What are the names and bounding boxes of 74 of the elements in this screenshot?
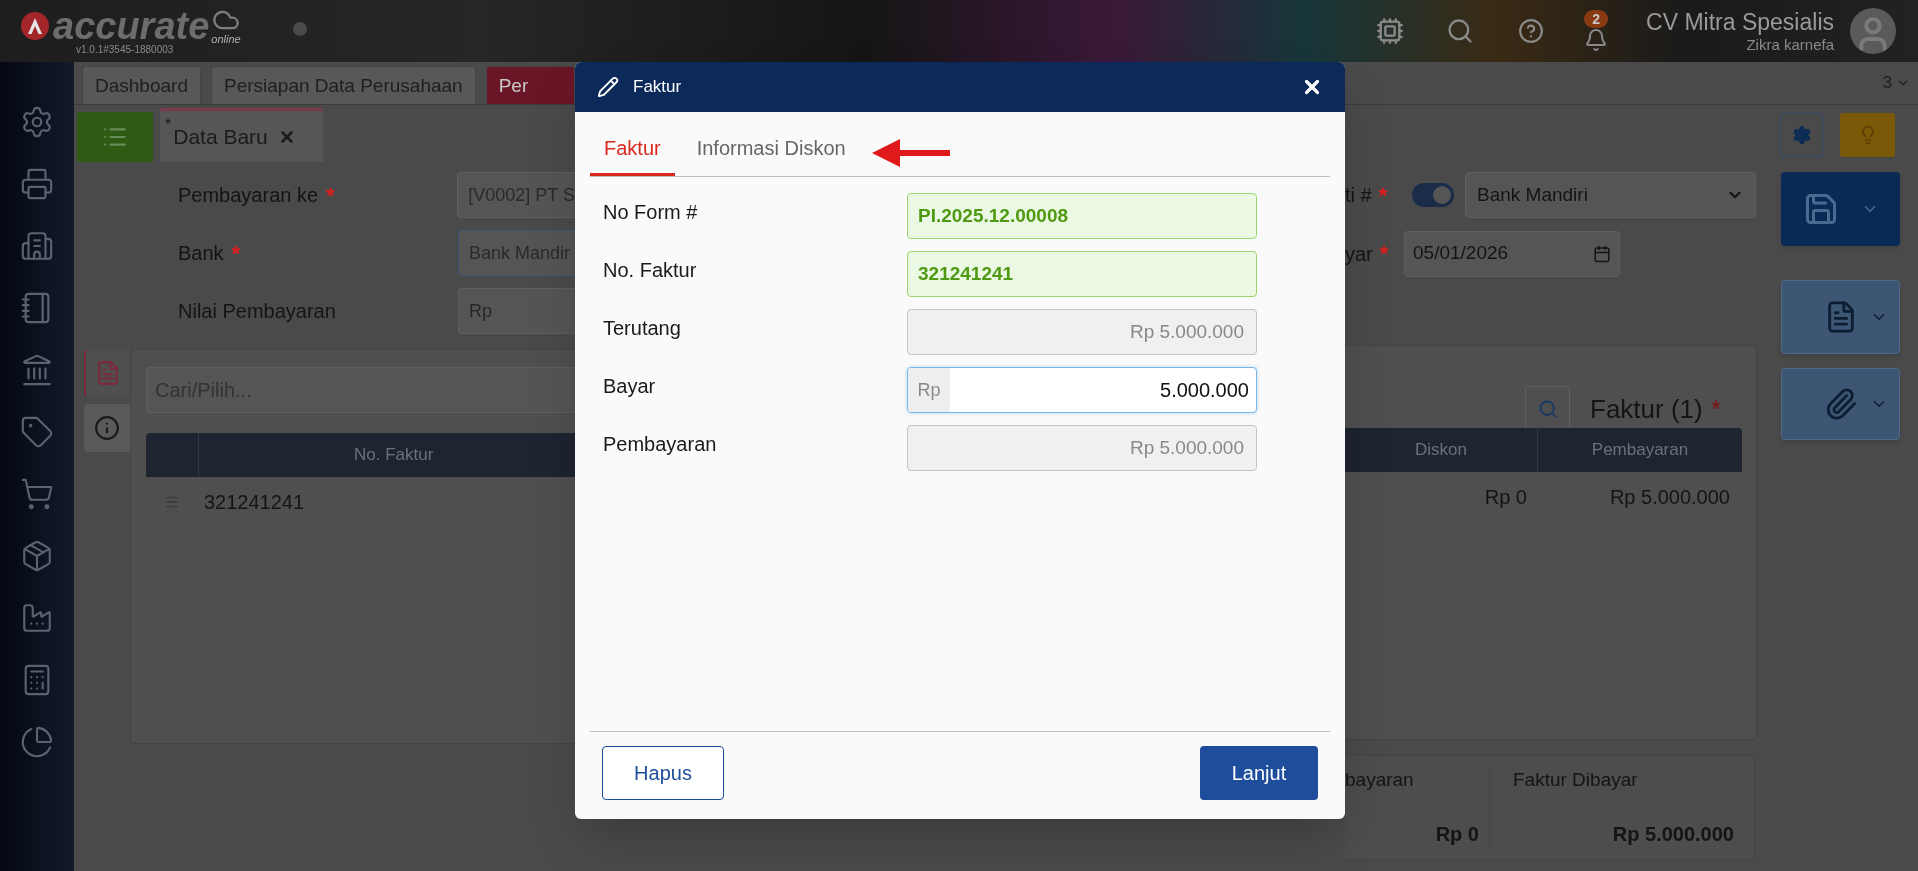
- document-tab[interactable]: *Data Baru: [160, 108, 323, 162]
- required-mark: *: [1378, 181, 1388, 210]
- summary-value: Rp 0: [1435, 822, 1479, 847]
- attachment-button[interactable]: [1781, 368, 1900, 440]
- logo-icon: [20, 11, 50, 41]
- field-label: Terutang: [603, 316, 682, 341]
- toggle-switch[interactable]: [1412, 183, 1454, 207]
- table-cell-text: Rp 5.000.000: [1609, 485, 1730, 510]
- cart-icon[interactable]: [20, 477, 54, 511]
- bank-icon[interactable]: [20, 353, 54, 387]
- summary-value: Rp 5.000.000: [1612, 822, 1734, 847]
- dialog-tab[interactable]: Informasi Diskon: [682, 131, 860, 176]
- search-icon: [1537, 399, 1558, 419]
- calendar-icon[interactable]: [1593, 244, 1611, 263]
- delete-button[interactable]: Hapus: [602, 746, 724, 800]
- bell-icon[interactable]: [1584, 28, 1609, 52]
- logo-subtext: online: [211, 34, 241, 45]
- amount-field[interactable]: Rp 5.000.000: [907, 367, 1257, 413]
- printer-icon[interactable]: [20, 167, 54, 201]
- info-icon: [94, 415, 120, 441]
- summary-label: Faktur Dibayar: [1513, 768, 1639, 792]
- settings-icon: [1791, 125, 1812, 145]
- building-icon[interactable]: [20, 229, 54, 263]
- notification-badge: 2: [1584, 10, 1608, 28]
- user-name: Zikra karnefa: [1746, 35, 1834, 54]
- avatar[interactable]: [1850, 8, 1896, 54]
- document-tab-label: Data Baru: [173, 123, 268, 150]
- tab[interactable]: Persiapan Data Perusahaan: [210, 66, 476, 104]
- factory-icon[interactable]: [20, 601, 54, 635]
- list-button[interactable]: [77, 112, 153, 162]
- company-name: CV Mitra Spesialis: [1646, 8, 1834, 36]
- field-label: No. Faktur: [603, 258, 698, 283]
- pie-chart-icon[interactable]: [20, 725, 54, 759]
- version-text: v1.0.1#3545-1880003: [76, 44, 174, 56]
- field-label: Bayar: [603, 374, 657, 399]
- package-icon[interactable]: [20, 539, 54, 573]
- required-mark: *: [231, 239, 241, 268]
- tab[interactable]: Dashboard: [82, 66, 201, 104]
- settings-icon[interactable]: [20, 105, 54, 139]
- save-icon: [1803, 191, 1839, 227]
- save-button[interactable]: [1781, 172, 1900, 246]
- required-mark: *: [1710, 392, 1721, 426]
- dialog-title: Faktur: [633, 76, 682, 99]
- field-label: No Form #: [603, 200, 699, 225]
- logo-text: accurate: [53, 6, 210, 46]
- continue-button[interactable]: Lanjut: [1200, 746, 1318, 800]
- readonly-field: Rp 5.000.000: [907, 425, 1257, 471]
- panel-title: Faktur (1): [1590, 392, 1703, 426]
- required-mark: *: [1379, 240, 1389, 268]
- document-button[interactable]: [1781, 280, 1900, 354]
- column-header: Diskon: [1415, 439, 1467, 462]
- text-field[interactable]: 321241241: [907, 251, 1257, 297]
- required-mark: *: [326, 181, 335, 210]
- text-field[interactable]: PI.2025.12.00008: [907, 193, 1257, 239]
- table-cell-text: Rp 0: [1484, 485, 1527, 510]
- bank-select[interactable]: Bank Mandiri: [1465, 172, 1756, 218]
- document-icon: [95, 360, 121, 386]
- tab[interactable]: Per: [485, 66, 575, 104]
- date-field[interactable]: 05/01/2026: [1404, 230, 1620, 277]
- tag-icon[interactable]: [20, 415, 54, 449]
- field-label: Pembayaran: [603, 432, 718, 457]
- modified-mark: *: [165, 115, 172, 135]
- panel-tab[interactable]: [84, 404, 130, 452]
- search-icon[interactable]: [1446, 17, 1475, 45]
- pencil-icon: [597, 76, 619, 98]
- dialog-tab[interactable]: Faktur: [590, 131, 675, 176]
- column-header: Pembayaran: [1591, 439, 1689, 462]
- paperclip-icon: [1824, 387, 1858, 421]
- readonly-field: Rp 5.000.000: [907, 309, 1257, 355]
- help-icon[interactable]: [1518, 18, 1545, 44]
- summary-label: bayaran: [1345, 768, 1415, 792]
- column-header: No. Faktur: [354, 444, 434, 467]
- table-cell-text: 321241241: [204, 490, 305, 515]
- chip-icon[interactable]: [1376, 17, 1405, 45]
